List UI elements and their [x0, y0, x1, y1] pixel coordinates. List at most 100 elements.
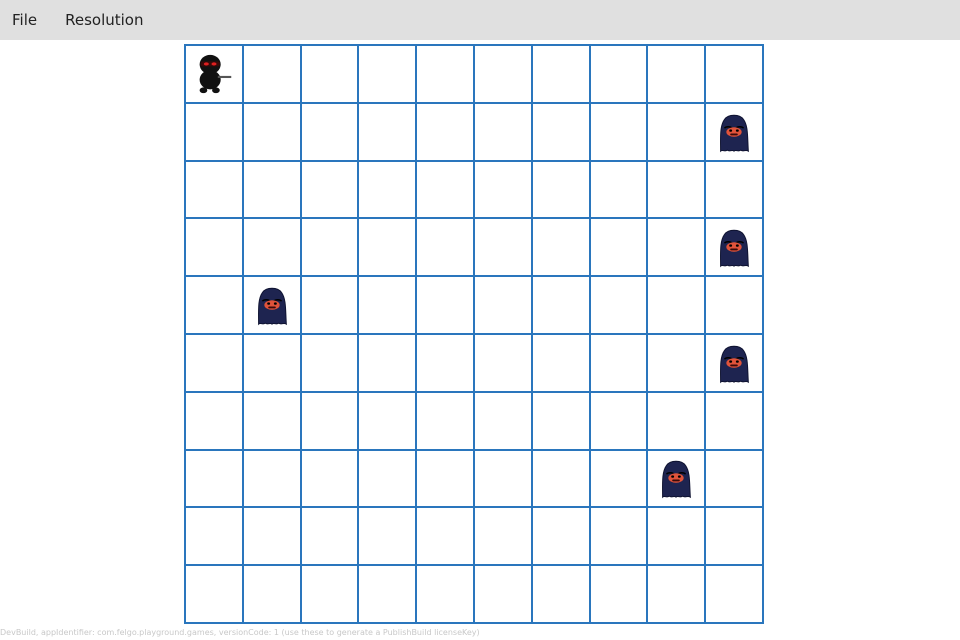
grid-cell[interactable]: [589, 45, 648, 103]
grid-cell[interactable]: [589, 449, 648, 508]
game-board[interactable]: [184, 44, 764, 624]
grid-cell[interactable]: [416, 565, 474, 623]
grid-cell[interactable]: [589, 565, 648, 623]
grid-cell[interactable]: [589, 218, 648, 277]
grid-cell[interactable]: [358, 507, 417, 566]
grid-cell[interactable]: [705, 160, 763, 219]
grid-cell[interactable]: [300, 333, 359, 392]
grid-cell[interactable]: [185, 45, 243, 103]
grid-cell[interactable]: [531, 276, 590, 334]
grid-cell[interactable]: [705, 333, 763, 392]
grid-cell[interactable]: [647, 45, 706, 103]
grid-cell[interactable]: [358, 160, 417, 219]
grid-cell[interactable]: [473, 102, 532, 161]
grid-cell[interactable]: [185, 565, 243, 623]
grid-cell[interactable]: [300, 391, 359, 450]
grid-cell[interactable]: [647, 333, 706, 392]
grid-cell[interactable]: [416, 160, 474, 219]
grid-cell[interactable]: [531, 102, 590, 161]
grid-cell[interactable]: [358, 391, 417, 450]
grid-cell[interactable]: [300, 45, 359, 103]
grid-cell[interactable]: [589, 102, 648, 161]
menu-resolution[interactable]: Resolution: [53, 0, 143, 40]
grid-cell[interactable]: [416, 507, 474, 566]
grid-cell[interactable]: [358, 276, 417, 334]
grid-cell[interactable]: [531, 160, 590, 219]
grid-cell[interactable]: [416, 391, 474, 450]
grid-cell[interactable]: [416, 102, 474, 161]
grid-cell[interactable]: [358, 449, 417, 508]
grid-cell[interactable]: [185, 449, 243, 508]
grid-cell[interactable]: [185, 218, 243, 277]
grid-cell[interactable]: [705, 45, 763, 103]
grid-cell[interactable]: [242, 565, 301, 623]
grid-cell[interactable]: [473, 507, 532, 566]
grid-cell[interactable]: [358, 333, 417, 392]
grid-cell[interactable]: [589, 333, 648, 392]
grid-cell[interactable]: [531, 507, 590, 566]
grid-cell[interactable]: [242, 507, 301, 566]
grid-cell[interactable]: [300, 102, 359, 161]
grid-cell[interactable]: [473, 391, 532, 450]
grid-cell[interactable]: [705, 276, 763, 334]
grid-cell[interactable]: [705, 218, 763, 277]
grid-cell[interactable]: [589, 507, 648, 566]
grid-cell[interactable]: [473, 45, 532, 103]
grid-cell[interactable]: [358, 565, 417, 623]
grid-cell[interactable]: [473, 218, 532, 277]
grid-cell[interactable]: [531, 218, 590, 277]
grid-cell[interactable]: [242, 276, 301, 334]
grid-cell[interactable]: [473, 276, 532, 334]
grid-cell[interactable]: [647, 276, 706, 334]
grid-cell[interactable]: [647, 102, 706, 161]
grid-cell[interactable]: [647, 565, 706, 623]
grid-cell[interactable]: [705, 507, 763, 566]
grid-cell[interactable]: [242, 391, 301, 450]
grid-cell[interactable]: [589, 160, 648, 219]
grid-cell[interactable]: [185, 276, 243, 334]
grid-cell[interactable]: [300, 160, 359, 219]
grid-cell[interactable]: [185, 102, 243, 161]
grid-cell[interactable]: [242, 160, 301, 219]
grid-cell[interactable]: [473, 449, 532, 508]
grid-cell[interactable]: [358, 218, 417, 277]
grid-cell[interactable]: [416, 276, 474, 334]
grid-cell[interactable]: [242, 333, 301, 392]
grid-cell[interactable]: [531, 449, 590, 508]
menu-file[interactable]: File: [0, 0, 37, 40]
grid-cell[interactable]: [185, 160, 243, 219]
grid-cell[interactable]: [416, 449, 474, 508]
grid-cell[interactable]: [647, 218, 706, 277]
grid-cell[interactable]: [589, 391, 648, 450]
grid-cell[interactable]: [416, 333, 474, 392]
grid-cell[interactable]: [647, 507, 706, 566]
grid-cell[interactable]: [473, 333, 532, 392]
grid-cell[interactable]: [705, 449, 763, 508]
grid-cell[interactable]: [242, 102, 301, 161]
grid-cell[interactable]: [300, 565, 359, 623]
grid-cell[interactable]: [531, 391, 590, 450]
grid-cell[interactable]: [416, 45, 474, 103]
grid-cell[interactable]: [358, 102, 417, 161]
grid-cell[interactable]: [647, 160, 706, 219]
grid-cell[interactable]: [647, 391, 706, 450]
grid-cell[interactable]: [242, 449, 301, 508]
grid-cell[interactable]: [531, 333, 590, 392]
grid-cell[interactable]: [473, 565, 532, 623]
grid-cell[interactable]: [300, 276, 359, 334]
grid-cell[interactable]: [242, 45, 301, 103]
grid-cell[interactable]: [185, 333, 243, 392]
grid-cell[interactable]: [358, 45, 417, 103]
grid-cell[interactable]: [531, 45, 590, 103]
grid-cell[interactable]: [705, 565, 763, 623]
grid-cell[interactable]: [531, 565, 590, 623]
grid-cell[interactable]: [473, 160, 532, 219]
grid-cell[interactable]: [300, 507, 359, 566]
grid-cell[interactable]: [647, 449, 706, 508]
grid-cell[interactable]: [300, 218, 359, 277]
grid-cell[interactable]: [300, 449, 359, 508]
grid-cell[interactable]: [589, 276, 648, 334]
grid-cell[interactable]: [185, 391, 243, 450]
grid-cell[interactable]: [705, 391, 763, 450]
grid-cell[interactable]: [242, 218, 301, 277]
